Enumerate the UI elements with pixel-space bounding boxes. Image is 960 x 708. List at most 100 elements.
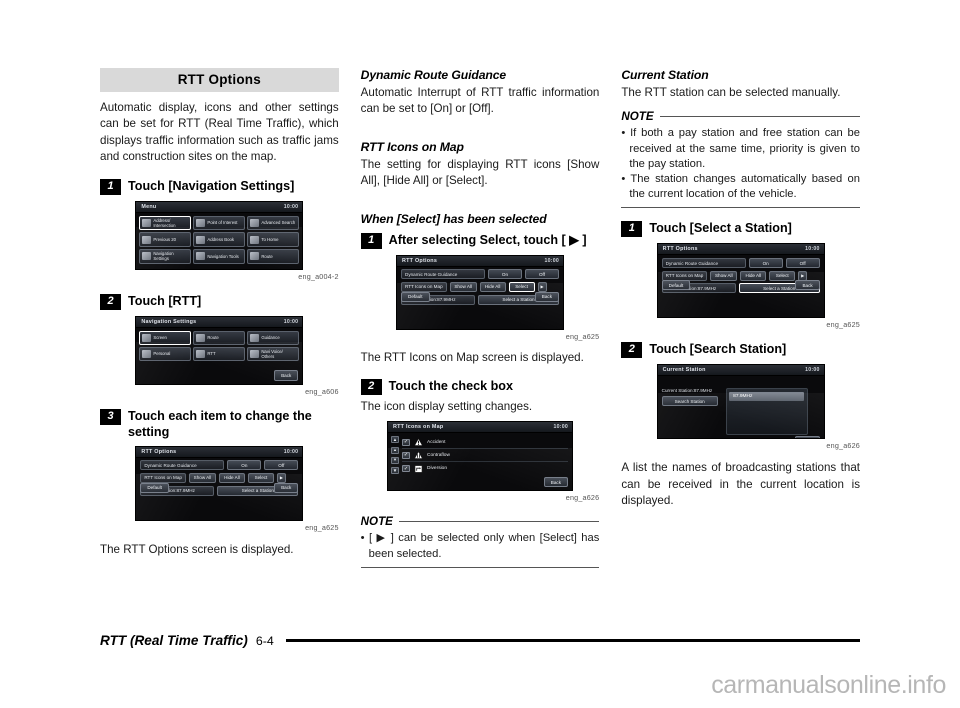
note-item: • [ ▶ ] can be selected only when [Selec… bbox=[360, 532, 600, 560]
back-button[interactable]: Back bbox=[795, 436, 820, 439]
back-button[interactable]: Back bbox=[543, 477, 568, 488]
screen-body: Current Station:87.9MHz Search Station 8… bbox=[658, 376, 824, 439]
list-item[interactable]: ✓ Contraflow bbox=[402, 449, 568, 463]
scroll-down-icon[interactable]: ▾ bbox=[391, 456, 399, 464]
off-button[interactable]: Off bbox=[525, 269, 559, 280]
back-button[interactable]: Back bbox=[795, 280, 820, 291]
off-button[interactable]: Off bbox=[785, 257, 820, 269]
manual-page: RTT Options Automatic display, icons and… bbox=[0, 0, 960, 708]
next-arrow-icon[interactable]: ▶ bbox=[798, 270, 808, 281]
row-rtt-icons-on-map: RTT Icons on Map Show All Hide All Selec… bbox=[136, 472, 302, 483]
on-button[interactable]: On bbox=[748, 257, 783, 269]
screen-clock: 10:00 bbox=[283, 448, 299, 455]
scroll-top-icon[interactable]: ▲ bbox=[391, 436, 399, 444]
menu-cell-address-intersection[interactable]: Address/ Intersection bbox=[139, 215, 192, 231]
nav-cell-personal[interactable]: Personal bbox=[139, 346, 192, 361]
off-button[interactable]: Off bbox=[264, 460, 299, 471]
nav-cell-rtt[interactable]: RTT bbox=[193, 346, 246, 361]
nav-cell-screen[interactable]: Screen bbox=[139, 330, 192, 345]
default-button[interactable]: Default bbox=[661, 280, 691, 291]
row-label: Dynamic Route Guidance bbox=[661, 257, 746, 269]
back-button[interactable]: Back bbox=[274, 482, 299, 493]
note-heading: NOTE bbox=[361, 515, 600, 528]
menu-cell-previous-20[interactable]: Previous 20 bbox=[139, 232, 192, 247]
select-button[interactable]: Select bbox=[247, 472, 274, 483]
nav-cell-label: Navi Voice/ Others bbox=[261, 348, 283, 359]
screen-title: Menu bbox=[141, 203, 157, 210]
menu-cell-label: Point of Interest bbox=[207, 220, 238, 226]
scroll-bottom-icon[interactable]: ▼ bbox=[391, 466, 399, 474]
note-rule-bottom bbox=[360, 566, 600, 568]
screen-title: Navigation Settings bbox=[141, 318, 197, 325]
guidance-icon bbox=[250, 333, 260, 342]
screenshot-rtt-icons-on-map: RTT Icons on Map 10:00 ▲ ▴ ▾ ▼ ✓ Acciden… bbox=[387, 421, 573, 492]
previous-destinations-icon bbox=[142, 235, 152, 244]
list-item-station[interactable]: 87.9MHz bbox=[729, 391, 805, 401]
checkbox-diversion[interactable]: ✓ bbox=[402, 465, 410, 473]
back-button[interactable]: Back bbox=[534, 291, 559, 302]
note-heading: NOTE bbox=[621, 110, 861, 123]
show-all-button[interactable]: Show All bbox=[449, 281, 477, 292]
note-rule bbox=[398, 521, 600, 523]
row-label: RTT Icons on Map bbox=[401, 281, 447, 292]
checkbox-accident[interactable]: ✓ bbox=[402, 438, 410, 446]
menu-cell-navigation-tools[interactable]: Navigation Tools bbox=[193, 248, 246, 264]
page-columns: RTT Options Automatic display, icons and… bbox=[100, 68, 861, 628]
menu-cell-address-book[interactable]: Address Book bbox=[193, 232, 246, 247]
footer-title: RTT (Real Time Traffic) bbox=[100, 633, 248, 648]
nav-cell-route[interactable]: Route bbox=[193, 330, 246, 345]
default-button[interactable]: Default bbox=[401, 291, 430, 302]
paragraph-dynamic-route-guidance: Automatic Interrupt of RTT traffic infor… bbox=[360, 86, 600, 116]
show-all-button[interactable]: Show All bbox=[188, 472, 216, 483]
menu-grid: Address/ Intersection Point of Interest … bbox=[136, 213, 302, 267]
next-arrow-icon[interactable]: ▶ bbox=[276, 472, 286, 483]
step-label: Touch [RTT] bbox=[128, 293, 202, 308]
show-all-button[interactable]: Show All bbox=[710, 270, 738, 281]
figure-caption: eng_a004-2 bbox=[298, 271, 339, 281]
personal-icon bbox=[142, 349, 152, 358]
nav-settings-grid: Screen Route Guidance Personal RTT Navi … bbox=[136, 328, 302, 364]
nav-cell-navi-voice-others[interactable]: Navi Voice/ Others bbox=[247, 346, 300, 361]
result-text-1: The RTT Icons on Map screen is displayed… bbox=[360, 350, 584, 364]
hide-all-button[interactable]: Hide All bbox=[479, 281, 506, 292]
row-label: RTT Icons on Map bbox=[140, 472, 186, 483]
navigation-tools-icon bbox=[196, 252, 206, 261]
nav-cell-guidance[interactable]: Guidance bbox=[247, 330, 300, 345]
hide-all-button[interactable]: Hide All bbox=[740, 270, 767, 281]
select-button[interactable]: Select bbox=[508, 281, 535, 292]
middle-column: Dynamic Route Guidance Automatic Interru… bbox=[360, 68, 600, 628]
paragraph-rtt-icons-on-map: The setting for displaying RTT icons [Sh… bbox=[360, 157, 600, 188]
menu-cell-navigation-settings[interactable]: Navigation Settings bbox=[139, 248, 192, 264]
checkbox-contraflow[interactable]: ✓ bbox=[402, 451, 410, 459]
screen-title: RTT Icons on Map bbox=[393, 424, 444, 431]
note-list: • If both a pay station and free station… bbox=[621, 126, 860, 202]
list-item[interactable]: ✓ Accident bbox=[402, 436, 568, 450]
current-station-info: Current Station:87.9MHz Search Station bbox=[661, 388, 722, 407]
menu-cell-to-home[interactable]: To Home bbox=[247, 232, 300, 247]
menu-cell-advanced-search[interactable]: Advanced Search bbox=[247, 215, 300, 231]
default-button[interactable]: Default bbox=[140, 482, 169, 493]
screen-title-bar: Navigation Settings 10:00 bbox=[136, 316, 303, 328]
step-number: 2 bbox=[100, 293, 121, 310]
screen-title-bar: RTT Options 10:00 bbox=[397, 255, 563, 267]
search-station-button[interactable]: Search Station bbox=[661, 395, 718, 407]
screen-title-bar: RTT Options 10:00 bbox=[136, 446, 303, 458]
intro-paragraph: Automatic display, icons and other setti… bbox=[100, 101, 339, 164]
point-of-interest-icon bbox=[196, 218, 206, 227]
step-label: After selecting Select, touch [ ▶ ] bbox=[388, 232, 587, 247]
hide-all-button[interactable]: Hide All bbox=[218, 472, 245, 483]
menu-cell-route[interactable]: Route bbox=[247, 248, 300, 264]
on-button[interactable]: On bbox=[488, 269, 522, 280]
back-button[interactable]: Back bbox=[274, 370, 299, 381]
screen-title: Current Station bbox=[662, 367, 706, 374]
home-icon bbox=[250, 235, 260, 244]
step-1-touch-select-a-station: 1 Touch [Select a Station] bbox=[621, 220, 860, 238]
nav-cell-label: Guidance bbox=[261, 335, 280, 341]
list-item[interactable]: ✓ Diversion bbox=[402, 462, 568, 475]
icon-rows: ✓ Accident ✓ Contraflow ✓ Diversion bbox=[402, 436, 568, 475]
select-button[interactable]: Select bbox=[769, 270, 796, 281]
menu-cell-point-of-interest[interactable]: Point of Interest bbox=[193, 215, 246, 231]
scroll-up-icon[interactable]: ▴ bbox=[391, 446, 399, 454]
next-arrow-icon[interactable]: ▶ bbox=[537, 281, 547, 292]
on-button[interactable]: On bbox=[227, 460, 262, 471]
